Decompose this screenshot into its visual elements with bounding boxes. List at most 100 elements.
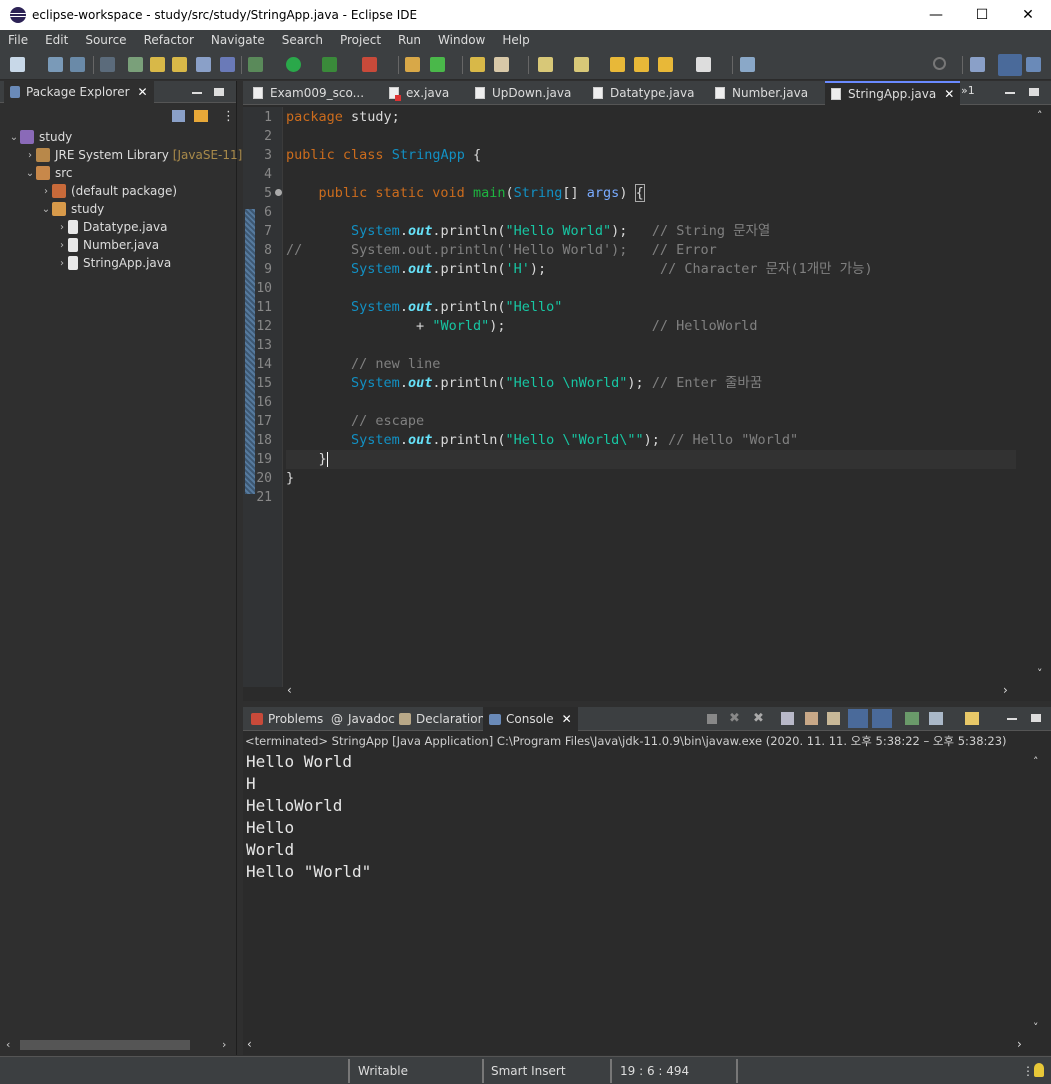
show-on-stdout-icon[interactable] <box>848 709 868 728</box>
editor-tab-datatype[interactable]: Datatype.java <box>587 81 700 105</box>
lightbulb-icon[interactable] <box>1034 1063 1044 1077</box>
toggle-mark-occurrences-icon[interactable] <box>150 57 165 72</box>
tree-item-number-java[interactable]: › Number.java <box>56 236 159 254</box>
scroll-lock-icon[interactable] <box>805 712 818 725</box>
link-with-editor-icon[interactable] <box>194 110 208 122</box>
scroll-down-icon[interactable]: ˅ <box>1037 667 1043 680</box>
tab-problems[interactable]: Problems <box>247 707 327 731</box>
scroll-up-icon[interactable]: ˄ <box>1037 109 1043 122</box>
chevron-right-icon[interactable]: › <box>56 222 68 233</box>
scroll-left-icon[interactable]: ‹ <box>6 1038 10 1051</box>
tab-console[interactable]: Console ✕ <box>483 707 578 731</box>
menu-refactor[interactable]: Refactor <box>144 33 194 47</box>
save-icon[interactable] <box>48 57 63 72</box>
tree-item-stringapp-java[interactable]: › StringApp.java <box>56 254 171 272</box>
close-icon[interactable]: ✕ <box>138 85 148 99</box>
new-icon[interactable] <box>10 57 25 72</box>
scroll-left-icon[interactable]: ‹ <box>247 1037 252 1051</box>
close-icon[interactable]: ✕ <box>562 712 572 726</box>
last-edit-location-icon[interactable] <box>610 57 625 72</box>
back-icon[interactable] <box>634 57 649 72</box>
show-on-stderr-icon[interactable] <box>872 709 892 728</box>
scroll-right-icon[interactable]: › <box>1017 1037 1022 1051</box>
external-tools-icon[interactable] <box>362 57 377 72</box>
editor-tab-exam009[interactable]: Exam009_sco... <box>247 81 370 105</box>
remove-launch-icon[interactable]: ✖ <box>729 711 740 726</box>
status-menu-icon[interactable]: ⋮ <box>1022 1061 1034 1081</box>
terminate-icon[interactable] <box>707 714 717 724</box>
maximize-button[interactable]: ☐ <box>959 0 1005 30</box>
coverage-icon[interactable] <box>322 57 337 72</box>
run-icon[interactable] <box>286 57 301 72</box>
editor-tab-number[interactable]: Number.java <box>709 81 814 105</box>
display-selected-console-icon[interactable] <box>929 712 943 725</box>
tab-package-explorer[interactable]: Package Explorer ✕ <box>4 81 154 103</box>
menu-file[interactable]: File <box>8 33 28 47</box>
menu-search[interactable]: Search <box>282 33 323 47</box>
tab-declaration[interactable]: Declaration <box>395 707 489 731</box>
maximize-view-icon[interactable] <box>1029 88 1039 96</box>
new-java-class-icon[interactable] <box>430 57 445 72</box>
tree-item-default-package[interactable]: › (default package) <box>40 182 177 200</box>
horizontal-scrollbar[interactable]: ‹ › <box>4 1037 232 1053</box>
menu-project[interactable]: Project <box>340 33 381 47</box>
collapse-all-icon[interactable] <box>172 110 185 122</box>
toggle-block-selection-icon[interactable] <box>172 57 187 72</box>
debug-icon[interactable] <box>248 57 263 72</box>
menu-source[interactable]: Source <box>85 33 126 47</box>
console-output[interactable]: Hello World H HelloWorld Hello World Hel… <box>246 751 1026 883</box>
debug-perspective-icon[interactable] <box>1026 57 1041 72</box>
editor-horizontal-scrollbar[interactable]: ‹ › <box>283 683 1015 699</box>
minimize-view-icon[interactable] <box>192 92 202 94</box>
editor-tab-ex[interactable]: ex.java <box>383 81 455 105</box>
open-console-icon[interactable] <box>965 712 979 725</box>
chevron-down-icon[interactable]: ⌄ <box>8 132 20 143</box>
tree-item-datatype-java[interactable]: › Datatype.java <box>56 218 167 236</box>
chevron-right-icon[interactable]: › <box>56 258 68 269</box>
tree-item-package-study[interactable]: ⌄ study <box>40 200 104 218</box>
close-window-button[interactable]: ✕ <box>1005 0 1051 30</box>
editor-tab-updown[interactable]: UpDown.java <box>469 81 577 105</box>
new-java-package-icon[interactable] <box>405 57 420 72</box>
view-menu-icon[interactable]: ⋮ <box>222 109 235 124</box>
chevron-down-icon[interactable]: ⌄ <box>24 168 36 179</box>
save-all-icon[interactable] <box>70 57 85 72</box>
clear-console-icon[interactable] <box>781 712 794 725</box>
menu-help[interactable]: Help <box>502 33 529 47</box>
scrollbar-thumb[interactable] <box>20 1040 190 1050</box>
terminal-icon[interactable] <box>740 57 755 72</box>
tab-overflow-button[interactable]: »1 <box>961 84 975 97</box>
status-insert-mode[interactable]: Smart Insert <box>491 1061 566 1081</box>
scroll-up-icon[interactable]: ˄ <box>1033 755 1039 768</box>
tree-item-jre-library[interactable]: › JRE System Library [JavaSE-11] <box>24 146 242 164</box>
previous-annotation-icon[interactable] <box>574 57 589 72</box>
search-tool-icon[interactable] <box>494 57 509 72</box>
java-perspective-icon[interactable] <box>998 54 1022 76</box>
next-annotation-icon[interactable] <box>538 57 553 72</box>
minimize-view-icon[interactable] <box>1005 92 1015 94</box>
fold-collapse-icon[interactable] <box>275 189 282 196</box>
menu-navigate[interactable]: Navigate <box>211 33 265 47</box>
show-whitespace-icon[interactable] <box>196 57 211 72</box>
menu-run[interactable]: Run <box>398 33 421 47</box>
chevron-down-icon[interactable]: ⌄ <box>40 204 52 215</box>
scroll-down-icon[interactable]: ˅ <box>1033 1021 1039 1034</box>
pin-console-icon[interactable] <box>905 712 919 725</box>
status-cursor-position[interactable]: 19 : 6 : 494 <box>620 1061 689 1081</box>
scroll-right-icon[interactable]: › <box>1003 683 1008 697</box>
scroll-left-icon[interactable]: ‹ <box>287 683 292 697</box>
remove-all-launches-icon[interactable]: ✖ <box>753 711 764 726</box>
menu-edit[interactable]: Edit <box>45 33 68 47</box>
console-horizontal-scrollbar[interactable]: ‹ › <box>243 1037 1033 1053</box>
word-wrap-icon[interactable] <box>827 712 840 725</box>
open-perspective-icon[interactable] <box>970 57 985 72</box>
close-icon[interactable]: ✕ <box>944 87 954 101</box>
search-icon[interactable] <box>933 57 946 70</box>
code-text-area[interactable]: package study; public class StringApp { … <box>286 107 1016 687</box>
back-history-icon[interactable] <box>658 57 673 72</box>
open-folder-icon[interactable] <box>470 57 485 72</box>
menu-window[interactable]: Window <box>438 33 485 47</box>
forward-icon[interactable] <box>696 57 711 72</box>
tab-javadoc[interactable]: @ Javadoc <box>327 707 399 731</box>
skip-breakpoints-icon[interactable] <box>100 57 115 72</box>
